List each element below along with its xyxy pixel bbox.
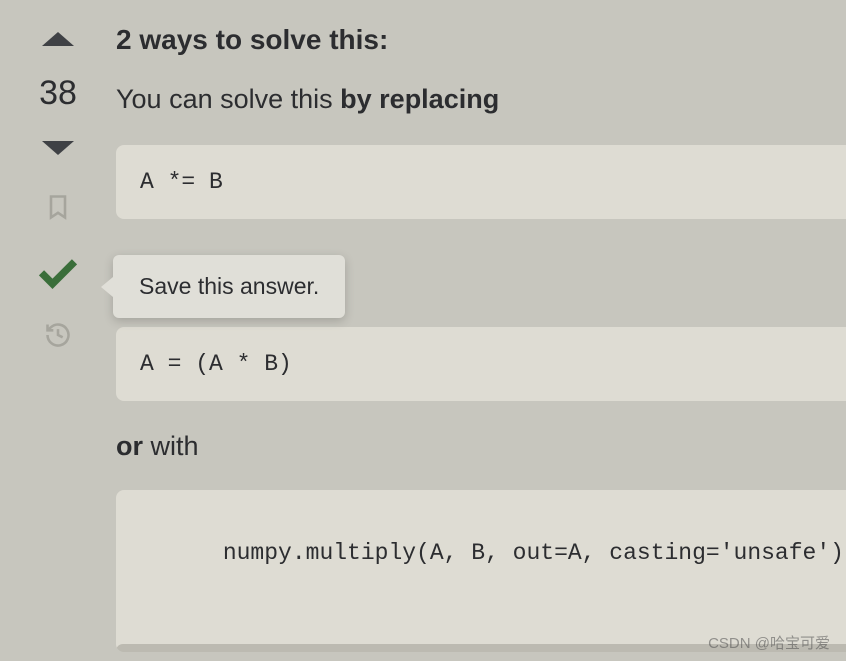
- code-block-1: A *= B: [116, 145, 846, 219]
- vote-count: 38: [39, 74, 77, 113]
- bookmark-tooltip: Save this answer.: [113, 255, 345, 318]
- intro-bold: by replacing: [340, 84, 499, 114]
- code-text-3: numpy.multiply(A, B, out=A, casting='uns…: [223, 540, 844, 566]
- code-block-2: A = (A * B): [116, 327, 846, 401]
- vote-column: 38: [28, 24, 88, 652]
- answer-content: 2 ways to solve this: You can solve this…: [88, 24, 846, 652]
- code-block-3: numpy.multiply(A, B, out=A, casting='uns…: [116, 490, 846, 652]
- intro-prefix: You can solve this: [116, 84, 340, 114]
- downvote-icon[interactable]: [42, 141, 74, 155]
- tooltip-text: Save this answer.: [139, 273, 319, 299]
- or-bold: or: [116, 431, 143, 461]
- intro-line: You can solve this by replacing: [116, 84, 846, 115]
- bookmark-icon[interactable]: [44, 193, 72, 221]
- or-line: or with: [116, 431, 846, 462]
- or-rest: with: [143, 431, 199, 461]
- history-icon[interactable]: [44, 321, 72, 349]
- watermark: CSDN @哈宝可爱: [708, 632, 830, 653]
- upvote-icon[interactable]: [42, 32, 74, 46]
- accepted-check-icon: [36, 249, 80, 293]
- answer-heading: 2 ways to solve this:: [116, 24, 846, 56]
